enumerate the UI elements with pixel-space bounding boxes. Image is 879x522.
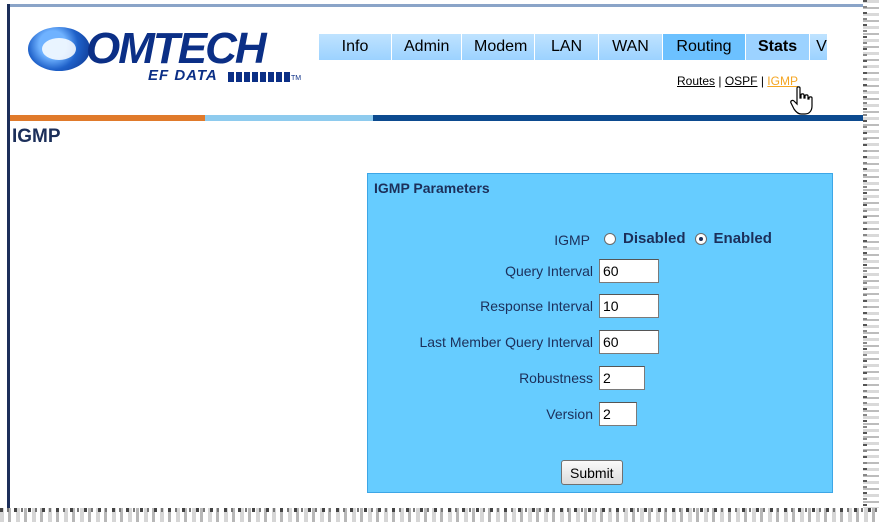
robustness-input[interactable]: 2	[599, 366, 645, 390]
query-interval-label: Query Interval	[505, 263, 593, 279]
torn-edge-right	[863, 0, 879, 522]
header-band-orange	[10, 115, 205, 121]
main-nav-tabs: Info Admin Modem LAN WAN Routing Stats V	[318, 34, 827, 60]
tab-admin[interactable]: Admin	[391, 34, 461, 60]
last-member-query-interval-input[interactable]: 60	[599, 330, 659, 354]
igmp-radio-group: Disabled Enabled	[604, 230, 781, 247]
query-interval-input[interactable]: 60	[599, 259, 659, 283]
routing-subnav: Routes | OSPF | IGMP	[677, 74, 798, 88]
tab-wan[interactable]: WAN	[598, 34, 662, 60]
page-title: IGMP	[12, 126, 61, 147]
tab-info[interactable]: Info	[318, 34, 391, 60]
logo-bars	[228, 72, 290, 82]
tab-modem[interactable]: Modem	[461, 34, 534, 60]
logo-main-text: OMTECH	[86, 24, 267, 73]
response-interval-label: Response Interval	[480, 298, 593, 314]
submit-button[interactable]: Submit	[561, 460, 623, 485]
hand-cursor-icon	[790, 86, 813, 115]
igmp-enabled-radio[interactable]	[694, 232, 707, 245]
subnav-separator: |	[757, 74, 768, 88]
logo-trademark: TM	[291, 75, 302, 82]
tab-truncated[interactable]: V	[809, 34, 827, 60]
tab-routing[interactable]: Routing	[662, 34, 745, 60]
frame-top	[7, 4, 865, 7]
logo-sub-text: EF DATA	[148, 67, 218, 84]
response-interval-input[interactable]: 10	[599, 294, 659, 318]
subnav-separator: |	[715, 74, 725, 88]
robustness-label: Robustness	[519, 370, 593, 386]
igmp-label: IGMP	[554, 232, 590, 248]
header-band-light-blue	[205, 115, 373, 121]
tab-lan[interactable]: LAN	[534, 34, 598, 60]
igmp-enabled-label[interactable]: Enabled	[714, 230, 772, 247]
subnav-routes-link[interactable]: Routes	[677, 74, 715, 88]
igmp-disabled-label[interactable]: Disabled	[623, 230, 686, 247]
igmp-disabled-radio[interactable]	[604, 232, 616, 245]
subnav-ospf-link[interactable]: OSPF	[725, 74, 758, 88]
version-input[interactable]: 2	[599, 402, 637, 426]
igmp-parameters-panel: IGMP Parameters IGMP Disabled Enabled Qu…	[367, 173, 833, 493]
tab-stats[interactable]: Stats	[745, 34, 809, 60]
panel-title: IGMP Parameters	[374, 180, 490, 196]
header-band-dark-blue	[373, 115, 863, 121]
version-label: Version	[546, 406, 593, 422]
torn-edge-bottom	[0, 508, 879, 522]
frame-left	[7, 4, 10, 516]
comtech-logo: OMTECH EF DATA TM	[28, 24, 318, 84]
last-member-query-interval-label: Last Member Query Interval	[419, 334, 593, 350]
globe-icon	[28, 27, 90, 71]
